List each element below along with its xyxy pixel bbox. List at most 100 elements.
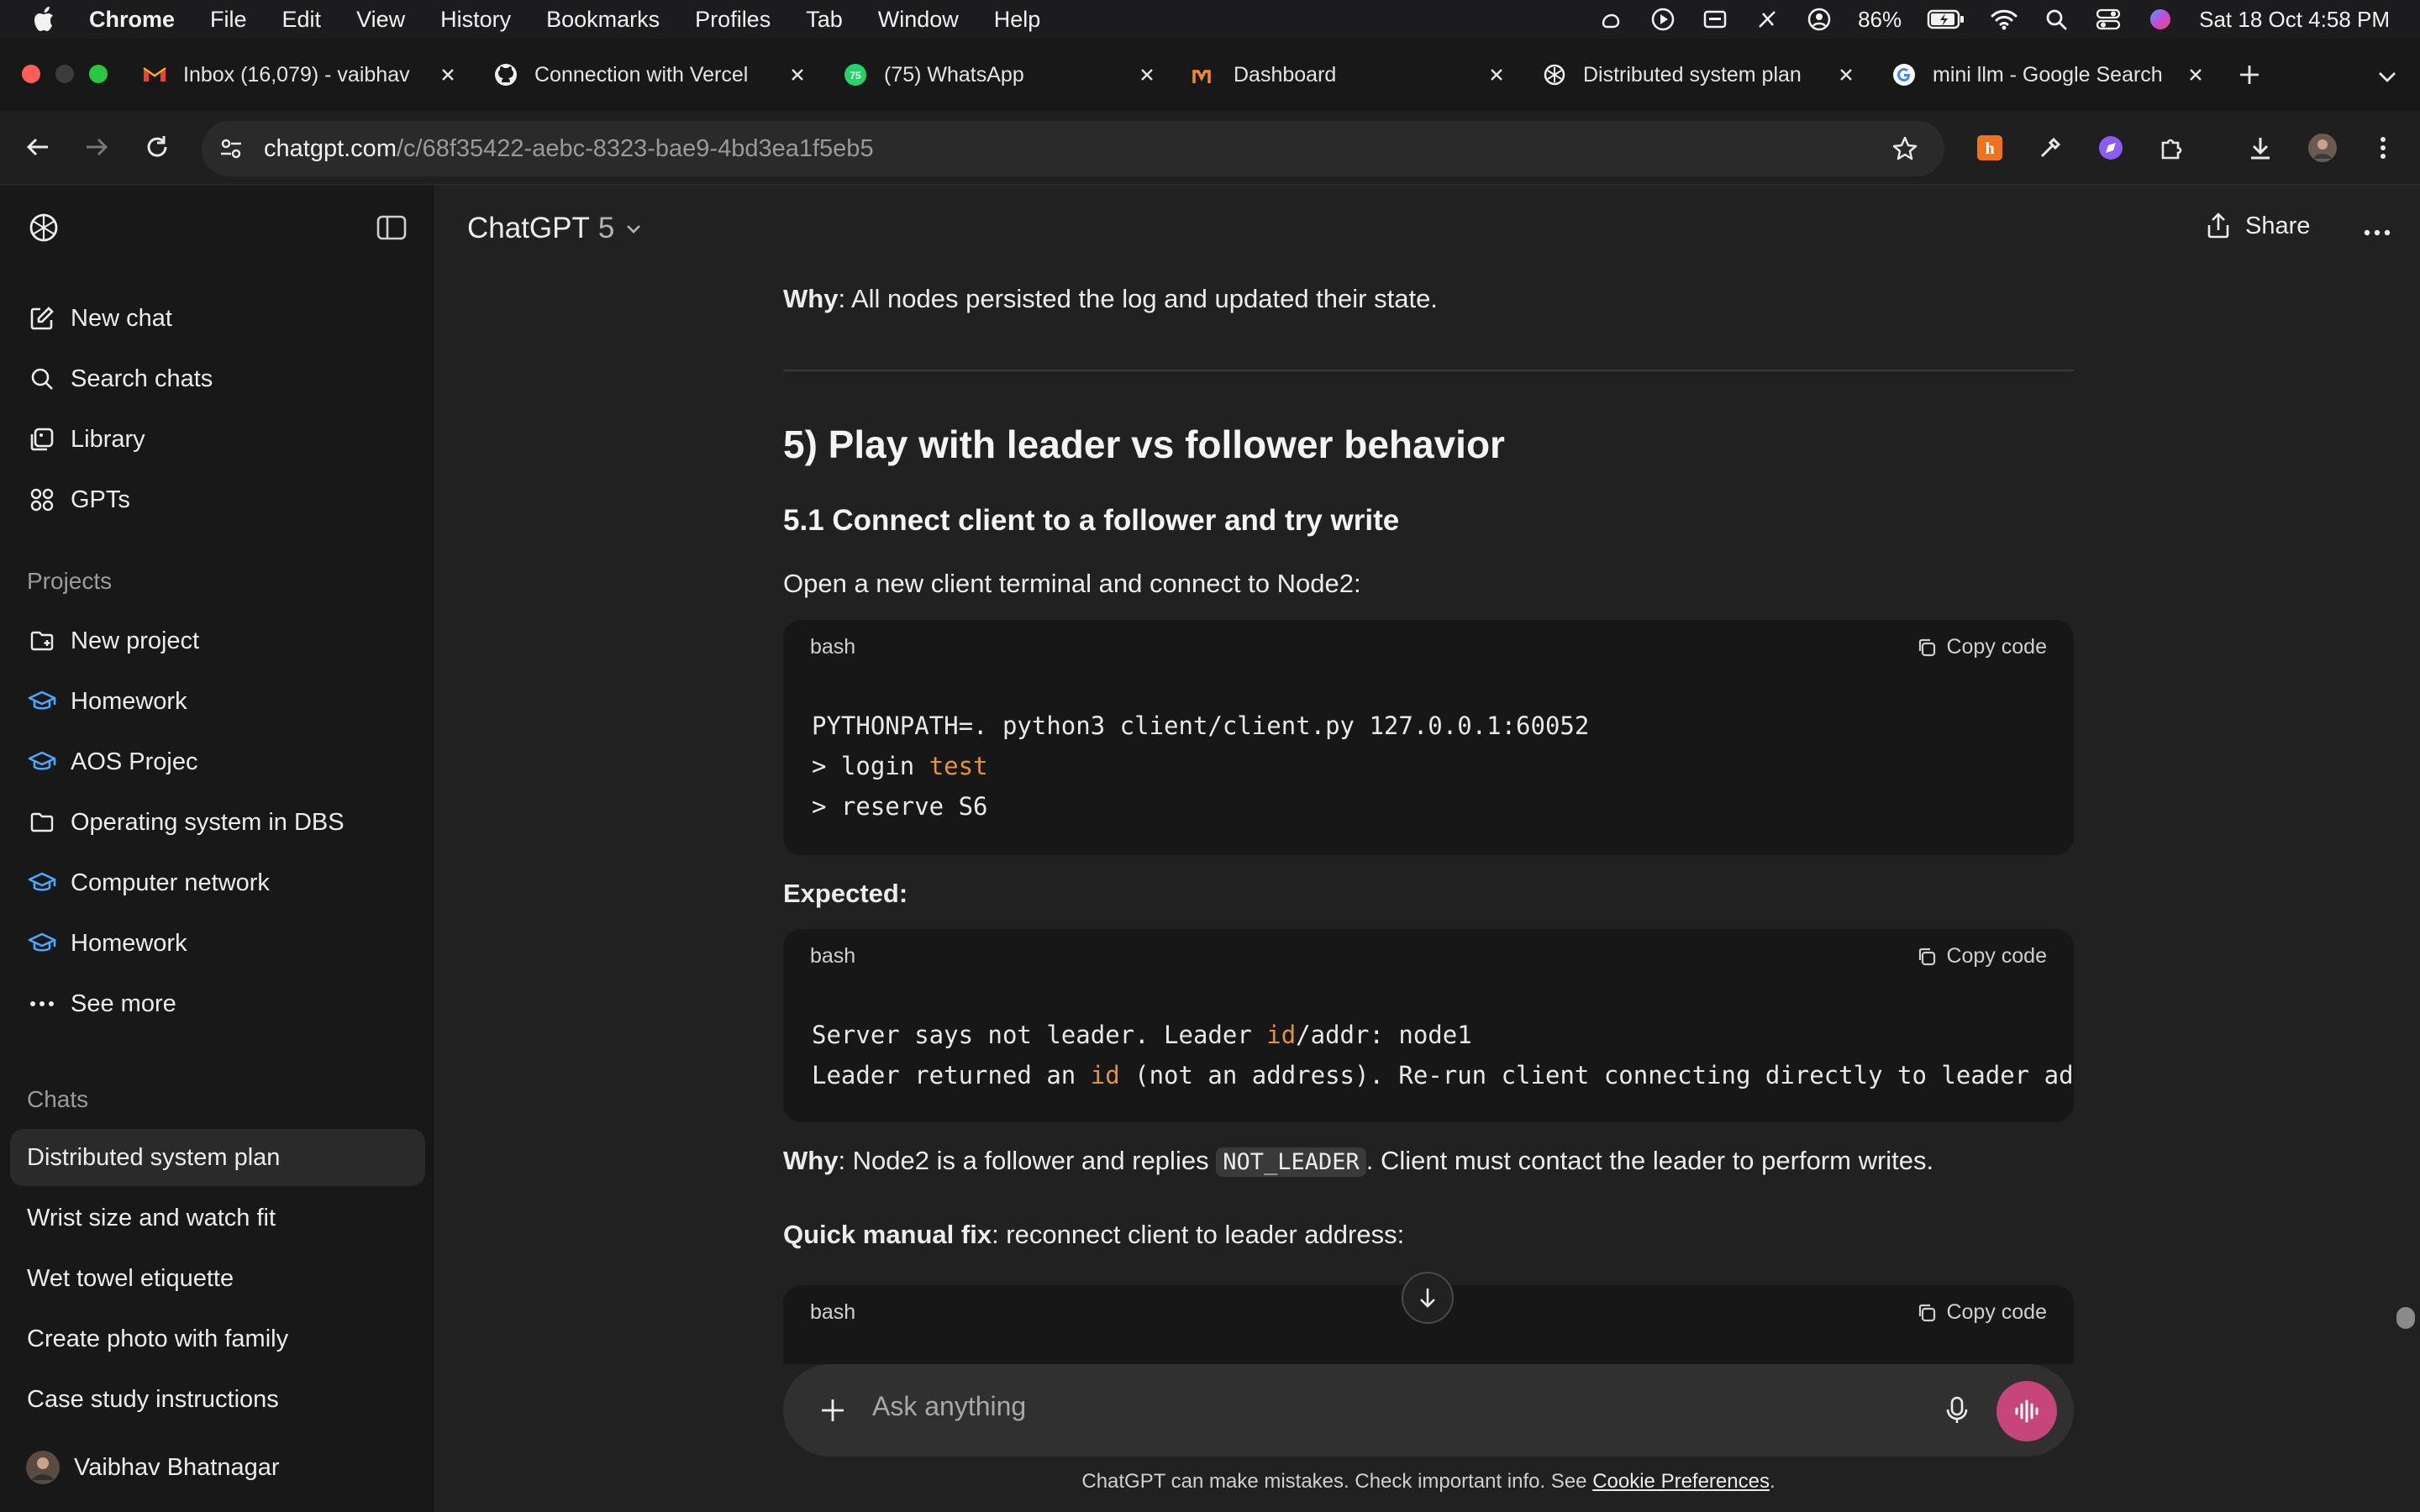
- chat-item-active[interactable]: Distributed system plan: [10, 1129, 425, 1186]
- menu-profiles[interactable]: Profiles: [695, 7, 771, 33]
- sidebar-item-computer-network[interactable]: Computer network: [10, 854, 425, 911]
- github-icon: [492, 61, 519, 88]
- prompt-composer: Ask anything: [783, 1364, 2074, 1457]
- bookmark-star-icon[interactable]: [1891, 134, 1919, 163]
- tab-google-search[interactable]: mini llm - Google Search: [1891, 55, 2207, 94]
- menu-edit[interactable]: Edit: [282, 7, 322, 33]
- sidebar-item-new-chat[interactable]: New chat: [10, 290, 425, 347]
- chat-item[interactable]: Case study instructions: [10, 1371, 425, 1428]
- sidebar-item-search-chats[interactable]: Search chats: [10, 350, 425, 407]
- new-tab-button[interactable]: [2235, 60, 2264, 89]
- copy-code-button[interactable]: Copy code: [1916, 944, 2047, 969]
- menu-window[interactable]: Window: [878, 7, 959, 33]
- close-tab-icon[interactable]: [437, 64, 459, 86]
- zoom-window-button[interactable]: [89, 65, 108, 83]
- tab-dashboard[interactable]: Dashboard: [1192, 55, 1507, 94]
- spotlight-search-icon[interactable]: [2043, 6, 2070, 33]
- sidebar-item-label: Homework: [71, 929, 187, 957]
- reload-button[interactable]: [143, 133, 171, 161]
- clock-datetime[interactable]: Sat 18 Oct 4:58 PM: [2199, 7, 2390, 33]
- menu-help[interactable]: Help: [994, 7, 1041, 33]
- downloads-icon[interactable]: [2245, 133, 2275, 163]
- user-circle-icon[interactable]: [1806, 6, 1833, 33]
- close-tab-icon[interactable]: [1835, 64, 1857, 86]
- scroll-to-bottom-button[interactable]: [1402, 1272, 1454, 1324]
- menu-file[interactable]: File: [210, 7, 247, 33]
- tab-gmail[interactable]: Inbox (16,079) - vaibhav: [141, 55, 459, 94]
- battery-charging-icon[interactable]: [1927, 6, 1965, 33]
- extension-compass-icon[interactable]: [2096, 133, 2126, 163]
- extension-eyedropper-icon[interactable]: [2035, 133, 2065, 163]
- sidebar-item-homework[interactable]: Homework: [10, 673, 425, 730]
- openai-icon: [1541, 61, 1568, 88]
- copy-code-button[interactable]: Copy code: [1916, 635, 2047, 659]
- pen-slash-icon[interactable]: [1754, 6, 1781, 33]
- chat-item[interactable]: Wrist size and watch fit: [10, 1189, 425, 1247]
- close-tab-icon[interactable]: [2185, 64, 2207, 86]
- dashboard-icon: [1192, 61, 1218, 88]
- tab-label: Inbox (16,079) - vaibhav: [183, 62, 410, 87]
- extension-honey-icon[interactable]: h: [1975, 133, 2005, 163]
- sidebar: New chat Search chats Library GPTs Proje…: [0, 186, 435, 1512]
- sidebar-item-library[interactable]: Library: [10, 411, 425, 468]
- tab-label: mini llm - Google Search: [1933, 62, 2163, 87]
- copy-icon: [1919, 638, 1936, 656]
- apple-logo-icon[interactable]: [34, 6, 60, 33]
- minimize-window-button[interactable]: [55, 65, 74, 83]
- menu-view[interactable]: View: [356, 7, 405, 33]
- site-settings-icon[interactable]: [217, 134, 245, 163]
- voice-mode-button[interactable]: [1996, 1381, 2057, 1441]
- siri-icon[interactable]: [2147, 6, 2174, 33]
- sidebar-item-homework-2[interactable]: Homework: [10, 915, 425, 972]
- toggle-sidebar-icon[interactable]: [376, 214, 407, 241]
- tab-github[interactable]: Connection with Vercel: [492, 55, 808, 94]
- extensions-puzzle-icon[interactable]: [2156, 133, 2186, 163]
- tab-whatsapp[interactable]: 75 (75) WhatsApp: [842, 55, 1158, 94]
- sidebar-item-label: Computer network: [71, 869, 270, 896]
- close-tab-icon[interactable]: [1486, 64, 1507, 86]
- menu-tab[interactable]: Tab: [806, 7, 843, 33]
- sidebar-item-label: Homework: [71, 687, 187, 715]
- tab-search-chevron-icon[interactable]: [2375, 64, 2400, 89]
- sidebar-item-see-more[interactable]: See more: [10, 975, 425, 1032]
- model-picker[interactable]: ChatGPT 5: [467, 212, 644, 245]
- wifi-icon[interactable]: [1991, 6, 2018, 33]
- attach-plus-icon[interactable]: [817, 1394, 849, 1426]
- close-tab-icon[interactable]: [1136, 64, 1158, 86]
- control-center-icon[interactable]: [2095, 6, 2122, 33]
- back-button[interactable]: [24, 133, 52, 161]
- section-heading: 5) Play with leader vs follower behavior: [783, 423, 1505, 466]
- chat-item[interactable]: Wet towel etiquette: [10, 1250, 425, 1307]
- chat-item[interactable]: Create photo with family: [10, 1310, 425, 1368]
- caption-icon[interactable]: [1702, 6, 1728, 33]
- forward-button[interactable]: [82, 133, 111, 161]
- sidebar-item-label: Library: [71, 425, 145, 453]
- close-tab-icon[interactable]: [786, 64, 808, 86]
- copy-code-button[interactable]: Copy code: [1916, 1300, 2047, 1325]
- sidebar-item-aos-project[interactable]: AOS Projec: [10, 733, 425, 790]
- creative-cloud-icon[interactable]: [1597, 6, 1624, 33]
- tab-distributed-system-plan[interactable]: Distributed system plan: [1541, 55, 1857, 94]
- menu-bookmarks[interactable]: Bookmarks: [546, 7, 660, 33]
- sidebar-item-label: New chat: [71, 304, 172, 332]
- more-options-icon[interactable]: [2363, 222, 2391, 244]
- sidebar-item-operating-system[interactable]: Operating system in DBS: [10, 794, 425, 851]
- user-profile[interactable]: Vaibhav Bhatnagar: [10, 1439, 425, 1496]
- sidebar-item-gpts[interactable]: GPTs: [10, 471, 425, 528]
- close-window-button[interactable]: [22, 65, 40, 83]
- chatgpt-logo-icon[interactable]: [27, 211, 60, 244]
- menu-history[interactable]: History: [440, 7, 511, 33]
- sidebar-item-new-project[interactable]: New project: [10, 612, 425, 669]
- chrome-menu-icon[interactable]: [2368, 133, 2398, 163]
- profile-avatar[interactable]: [2307, 133, 2338, 163]
- menu-app-name[interactable]: Chrome: [89, 7, 175, 33]
- chat-title: Case study instructions: [27, 1385, 279, 1413]
- prompt-input[interactable]: Ask anything: [872, 1391, 1026, 1422]
- cookie-preferences-link[interactable]: Cookie Preferences: [1592, 1470, 1770, 1493]
- sidebar-item-label: GPTs: [71, 486, 130, 513]
- address-bar[interactable]: chatgpt.com/c/68f35422-aebc-8323-bae9-4b…: [202, 121, 1944, 176]
- scrollbar-thumb[interactable]: [2396, 1307, 2415, 1329]
- share-button[interactable]: Share: [2205, 212, 2310, 240]
- play-circle-icon[interactable]: [1649, 6, 1676, 33]
- microphone-icon[interactable]: [1941, 1394, 1973, 1426]
